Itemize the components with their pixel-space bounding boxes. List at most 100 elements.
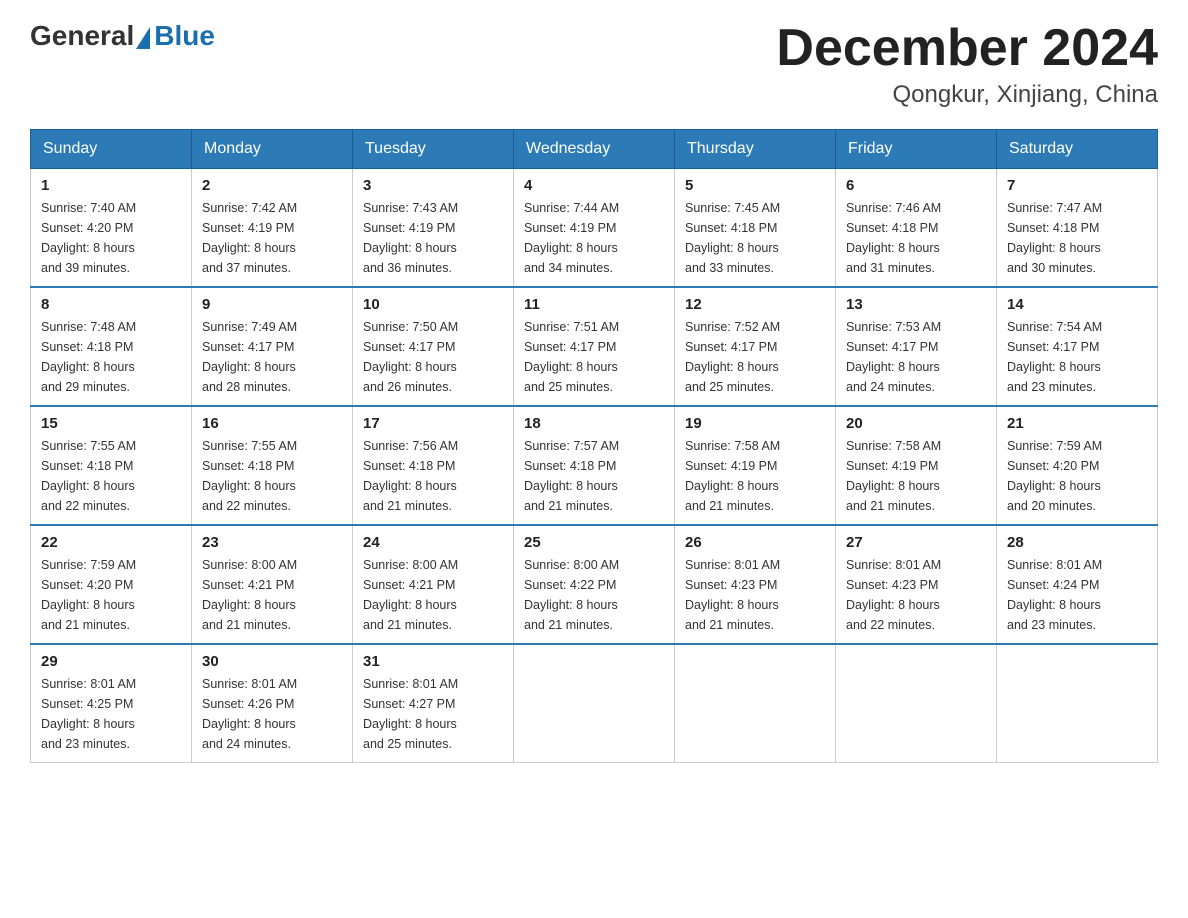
table-row: 28 Sunrise: 8:01 AMSunset: 4:24 PMDayligh… <box>997 525 1158 644</box>
day-info: Sunrise: 8:01 AMSunset: 4:24 PMDaylight:… <box>1007 555 1147 635</box>
header-sunday: Sunday <box>31 130 192 169</box>
logo-general-text: General <box>30 20 134 52</box>
day-number: 5 <box>685 177 825 194</box>
day-number: 30 <box>202 653 342 670</box>
day-number: 29 <box>41 653 181 670</box>
table-row: 26 Sunrise: 8:01 AMSunset: 4:23 PMDayligh… <box>675 525 836 644</box>
table-row: 20 Sunrise: 7:58 AMSunset: 4:19 PMDayligh… <box>836 406 997 525</box>
table-row: 30Sunrise: 8:01 AMSunset: 4:26 PMDayligh… <box>192 644 353 763</box>
header-saturday: Saturday <box>997 130 1158 169</box>
day-number: 7 <box>1007 177 1147 194</box>
day-info: Sunrise: 7:55 AMSunset: 4:18 PMDaylight:… <box>41 436 181 516</box>
page-header: General Blue December 2024 Qongkur, Xinj… <box>30 20 1158 109</box>
day-number: 2 <box>202 177 342 194</box>
table-row: 21 Sunrise: 7:59 AMSunset: 4:20 PMDayligh… <box>997 406 1158 525</box>
day-info: Sunrise: 7:48 AMSunset: 4:18 PMDaylight:… <box>41 317 181 397</box>
table-row: 15 Sunrise: 7:55 AMSunset: 4:18 PMDayligh… <box>31 406 192 525</box>
day-number: 24 <box>363 534 503 551</box>
table-row: 24 Sunrise: 8:00 AMSunset: 4:21 PMDayligh… <box>353 525 514 644</box>
day-number: 8 <box>41 296 181 313</box>
day-number: 28 <box>1007 534 1147 551</box>
table-row: 7 Sunrise: 7:47 AMSunset: 4:18 PMDaylight… <box>997 169 1158 288</box>
day-info: Sunrise: 7:51 AMSunset: 4:17 PMDaylight:… <box>524 317 664 397</box>
day-number: 19 <box>685 415 825 432</box>
day-info: Sunrise: 7:43 AMSunset: 4:19 PMDaylight:… <box>363 198 503 278</box>
table-row: 23Sunrise: 8:00 AMSunset: 4:21 PMDayligh… <box>192 525 353 644</box>
table-row <box>675 644 836 763</box>
month-title: December 2024 <box>776 20 1158 77</box>
day-info: Sunrise: 7:59 AMSunset: 4:20 PMDaylight:… <box>1007 436 1147 516</box>
day-number: 3 <box>363 177 503 194</box>
table-row: 1 Sunrise: 7:40 AMSunset: 4:20 PMDaylight… <box>31 169 192 288</box>
day-info: Sunrise: 7:42 AMSunset: 4:19 PMDaylight:… <box>202 198 342 278</box>
day-info: Sunrise: 7:57 AMSunset: 4:18 PMDaylight:… <box>524 436 664 516</box>
day-info: Sunrise: 7:56 AMSunset: 4:18 PMDaylight:… <box>363 436 503 516</box>
table-row: 27 Sunrise: 8:01 AMSunset: 4:23 PMDayligh… <box>836 525 997 644</box>
day-info: Sunrise: 8:00 AMSunset: 4:21 PMDaylight:… <box>363 555 503 635</box>
location-title: Qongkur, Xinjiang, China <box>776 81 1158 109</box>
header-thursday: Thursday <box>675 130 836 169</box>
day-info: Sunrise: 7:46 AMSunset: 4:18 PMDaylight:… <box>846 198 986 278</box>
table-row: 8 Sunrise: 7:48 AMSunset: 4:18 PMDaylight… <box>31 287 192 406</box>
week-row-5: 29 Sunrise: 8:01 AMSunset: 4:25 PMDayligh… <box>31 644 1158 763</box>
table-row: 17 Sunrise: 7:56 AMSunset: 4:18 PMDayligh… <box>353 406 514 525</box>
day-number: 22 <box>41 534 181 551</box>
week-row-3: 15 Sunrise: 7:55 AMSunset: 4:18 PMDayligh… <box>31 406 1158 525</box>
table-row: 5Sunrise: 7:45 AMSunset: 4:18 PMDaylight… <box>675 169 836 288</box>
day-number: 17 <box>363 415 503 432</box>
day-info: Sunrise: 8:01 AMSunset: 4:23 PMDaylight:… <box>846 555 986 635</box>
day-info: Sunrise: 7:47 AMSunset: 4:18 PMDaylight:… <box>1007 198 1147 278</box>
day-info: Sunrise: 7:44 AMSunset: 4:19 PMDaylight:… <box>524 198 664 278</box>
day-info: Sunrise: 7:55 AMSunset: 4:18 PMDaylight:… <box>202 436 342 516</box>
header-row: SundayMondayTuesdayWednesdayThursdayFrid… <box>31 130 1158 169</box>
day-info: Sunrise: 7:52 AMSunset: 4:17 PMDaylight:… <box>685 317 825 397</box>
table-row: 13Sunrise: 7:53 AMSunset: 4:17 PMDayligh… <box>836 287 997 406</box>
header-tuesday: Tuesday <box>353 130 514 169</box>
table-row: 2 Sunrise: 7:42 AMSunset: 4:19 PMDaylight… <box>192 169 353 288</box>
day-info: Sunrise: 7:58 AMSunset: 4:19 PMDaylight:… <box>846 436 986 516</box>
day-info: Sunrise: 8:01 AMSunset: 4:25 PMDaylight:… <box>41 674 181 754</box>
day-number: 12 <box>685 296 825 313</box>
day-number: 14 <box>1007 296 1147 313</box>
table-row: 14Sunrise: 7:54 AMSunset: 4:17 PMDayligh… <box>997 287 1158 406</box>
day-number: 20 <box>846 415 986 432</box>
header-friday: Friday <box>836 130 997 169</box>
table-row: 25 Sunrise: 8:00 AMSunset: 4:22 PMDayligh… <box>514 525 675 644</box>
day-info: Sunrise: 8:01 AMSunset: 4:23 PMDaylight:… <box>685 555 825 635</box>
table-row: 22 Sunrise: 7:59 AMSunset: 4:20 PMDayligh… <box>31 525 192 644</box>
table-row: 16 Sunrise: 7:55 AMSunset: 4:18 PMDayligh… <box>192 406 353 525</box>
day-number: 21 <box>1007 415 1147 432</box>
day-number: 25 <box>524 534 664 551</box>
week-row-2: 8 Sunrise: 7:48 AMSunset: 4:18 PMDaylight… <box>31 287 1158 406</box>
header-monday: Monday <box>192 130 353 169</box>
title-block: December 2024 Qongkur, Xinjiang, China <box>776 20 1158 109</box>
day-number: 1 <box>41 177 181 194</box>
table-row: 6Sunrise: 7:46 AMSunset: 4:18 PMDaylight… <box>836 169 997 288</box>
table-row <box>514 644 675 763</box>
day-number: 16 <box>202 415 342 432</box>
day-info: Sunrise: 8:00 AMSunset: 4:22 PMDaylight:… <box>524 555 664 635</box>
week-row-1: 1 Sunrise: 7:40 AMSunset: 4:20 PMDaylight… <box>31 169 1158 288</box>
day-number: 13 <box>846 296 986 313</box>
week-row-4: 22 Sunrise: 7:59 AMSunset: 4:20 PMDayligh… <box>31 525 1158 644</box>
table-row: 18Sunrise: 7:57 AMSunset: 4:18 PMDayligh… <box>514 406 675 525</box>
table-row: 29 Sunrise: 8:01 AMSunset: 4:25 PMDayligh… <box>31 644 192 763</box>
day-number: 4 <box>524 177 664 194</box>
day-number: 11 <box>524 296 664 313</box>
table-row <box>997 644 1158 763</box>
table-row: 12 Sunrise: 7:52 AMSunset: 4:17 PMDayligh… <box>675 287 836 406</box>
table-row: 19 Sunrise: 7:58 AMSunset: 4:19 PMDayligh… <box>675 406 836 525</box>
calendar-table: SundayMondayTuesdayWednesdayThursdayFrid… <box>30 129 1158 763</box>
day-number: 15 <box>41 415 181 432</box>
table-row: 4 Sunrise: 7:44 AMSunset: 4:19 PMDaylight… <box>514 169 675 288</box>
day-info: Sunrise: 7:40 AMSunset: 4:20 PMDaylight:… <box>41 198 181 278</box>
day-number: 9 <box>202 296 342 313</box>
table-row: 31Sunrise: 8:01 AMSunset: 4:27 PMDayligh… <box>353 644 514 763</box>
table-row <box>836 644 997 763</box>
day-number: 27 <box>846 534 986 551</box>
day-info: Sunrise: 7:58 AMSunset: 4:19 PMDaylight:… <box>685 436 825 516</box>
day-number: 26 <box>685 534 825 551</box>
logo: General Blue <box>30 20 215 52</box>
day-info: Sunrise: 7:59 AMSunset: 4:20 PMDaylight:… <box>41 555 181 635</box>
day-number: 31 <box>363 653 503 670</box>
